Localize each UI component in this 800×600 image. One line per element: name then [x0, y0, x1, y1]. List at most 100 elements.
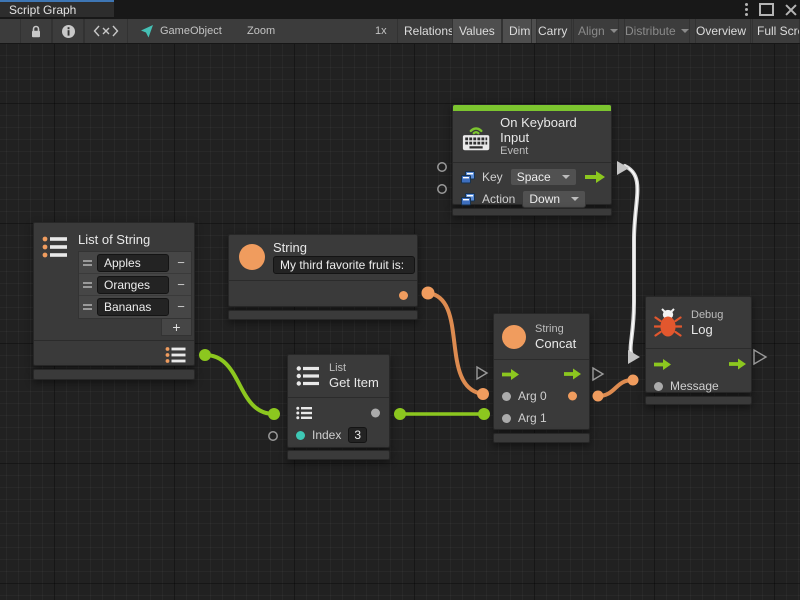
gameobject-label: GameObject [160, 25, 222, 37]
align-button[interactable]: Align [571, 19, 625, 43]
chevron-down-icon [681, 29, 689, 33]
port-row-key: Key Space [453, 166, 611, 188]
list-input-port[interactable] [296, 406, 313, 420]
result-output-port[interactable] [568, 392, 577, 401]
string-value-input[interactable]: My third favorite fruit is: [273, 256, 415, 274]
bug-icon [654, 307, 682, 339]
list-item-row: Apples − [79, 252, 191, 274]
remove-item-button[interactable]: − [171, 253, 191, 273]
list-item-input[interactable]: Oranges [97, 276, 169, 294]
node-category: List [329, 362, 379, 375]
graph-toolbar: GameObject Zoom 1x Relations Values Dim … [0, 19, 800, 44]
gameobject-ref[interactable]: GameObject [139, 19, 222, 43]
align-label: Align [578, 24, 605, 38]
keyboard-event-icon [461, 121, 491, 153]
values-button[interactable]: Values [452, 19, 502, 43]
string-output-port[interactable] [399, 291, 408, 300]
zoom-value: 1x [375, 19, 387, 43]
port-row-index: Index 3 [288, 424, 389, 446]
list-item-input[interactable]: Bananas [97, 298, 169, 316]
string-type-icon [502, 325, 526, 349]
code-view-button[interactable] [84, 19, 128, 43]
node-title: List of String [78, 232, 150, 247]
unity-visual-scripting-window: { "window": { "tab_title": "Script Graph… [0, 0, 800, 600]
flow-out-port[interactable] [585, 171, 605, 183]
item-output-port[interactable] [371, 409, 380, 418]
drag-handle-icon[interactable] [79, 282, 95, 288]
arg0-input-port[interactable] [502, 392, 511, 401]
enum-type-icon [461, 171, 475, 184]
list-editor: Apples − Oranges − Bananas − [78, 251, 192, 319]
code-icon [93, 25, 119, 37]
drag-handle-icon[interactable] [79, 260, 95, 266]
close-icon[interactable] [785, 4, 796, 15]
index-label: Index [312, 428, 341, 442]
list-item-input[interactable]: Apples [97, 254, 169, 272]
node-footer [228, 310, 418, 320]
flow-out-port[interactable] [729, 359, 746, 370]
port-row-action: Action Down [453, 188, 611, 210]
node-string-literal[interactable]: String My third favorite fruit is: [228, 234, 418, 307]
flow-out-port[interactable] [564, 369, 581, 380]
port-row-message: Message [646, 375, 751, 397]
node-footer [452, 208, 612, 216]
enum-type-icon [461, 193, 475, 206]
message-input-port[interactable] [654, 382, 663, 391]
remove-item-button[interactable]: − [171, 275, 191, 295]
node-list-of-string[interactable]: List of String Apples − Oranges − Banana… [33, 222, 195, 366]
node-subtitle: Event [500, 145, 603, 158]
key-dropdown-value: Space [517, 170, 551, 184]
distribute-label: Distribute [625, 24, 676, 38]
node-get-item[interactable]: List Get Item Index 3 [287, 354, 390, 448]
list-output-port[interactable] [165, 346, 187, 364]
remove-item-button[interactable]: − [171, 297, 191, 317]
chevron-down-icon [562, 175, 570, 179]
key-port-label: Key [482, 170, 503, 184]
index-value-input[interactable]: 3 [348, 427, 367, 443]
node-footer [493, 433, 590, 443]
event-accent-bar [453, 105, 611, 111]
menu-kebab-icon[interactable] [745, 8, 748, 11]
arg1-label: Arg 1 [518, 411, 547, 425]
drag-handle-icon[interactable] [79, 304, 95, 310]
window-controls [745, 0, 796, 19]
node-footer [287, 450, 390, 460]
flow-in-port[interactable] [654, 359, 671, 370]
node-title: On Keyboard Input [500, 115, 603, 145]
carry-button[interactable]: Carry [531, 19, 574, 43]
list-item-row: Bananas − [79, 296, 191, 318]
maximize-icon[interactable] [759, 3, 774, 16]
port-row-flow [494, 363, 589, 385]
info-icon [61, 24, 76, 39]
node-footer [645, 396, 752, 405]
port-row-string-output [229, 280, 417, 308]
string-type-icon [239, 244, 265, 270]
add-item-button[interactable]: + [161, 318, 192, 336]
lock-icon [29, 24, 43, 39]
node-on-keyboard-input[interactable]: On Keyboard Input Event Key Space Action… [452, 104, 612, 205]
distribute-button[interactable]: Distribute [618, 19, 696, 43]
key-dropdown[interactable]: Space [510, 168, 577, 186]
chevron-down-icon [610, 29, 618, 33]
index-input-port[interactable] [296, 431, 305, 440]
chevron-down-icon [571, 197, 579, 201]
overview-button[interactable]: Overview [689, 19, 753, 43]
node-category: String [535, 323, 576, 336]
tab-strip: Script Graph [0, 0, 800, 19]
node-title: Get Item [329, 375, 379, 390]
fullscreen-button[interactable]: Full Scre [750, 19, 800, 43]
action-dropdown[interactable]: Down [522, 190, 586, 208]
arg1-input-port[interactable] [502, 414, 511, 423]
lock-button[interactable] [20, 19, 52, 43]
port-row-flow [646, 353, 751, 375]
flow-in-port[interactable] [502, 369, 519, 380]
node-debug-log[interactable]: Debug Log Message [645, 296, 752, 393]
info-button[interactable] [52, 19, 84, 43]
node-footer [33, 369, 195, 380]
node-title: Concat [535, 336, 576, 351]
node-concat[interactable]: String Concat Arg 0 Arg 1 [493, 313, 590, 430]
action-dropdown-value: Down [529, 192, 560, 206]
port-row-arg1: Arg 1 [494, 407, 589, 429]
tab-script-graph[interactable]: Script Graph [0, 0, 114, 17]
list-icon [296, 365, 320, 387]
